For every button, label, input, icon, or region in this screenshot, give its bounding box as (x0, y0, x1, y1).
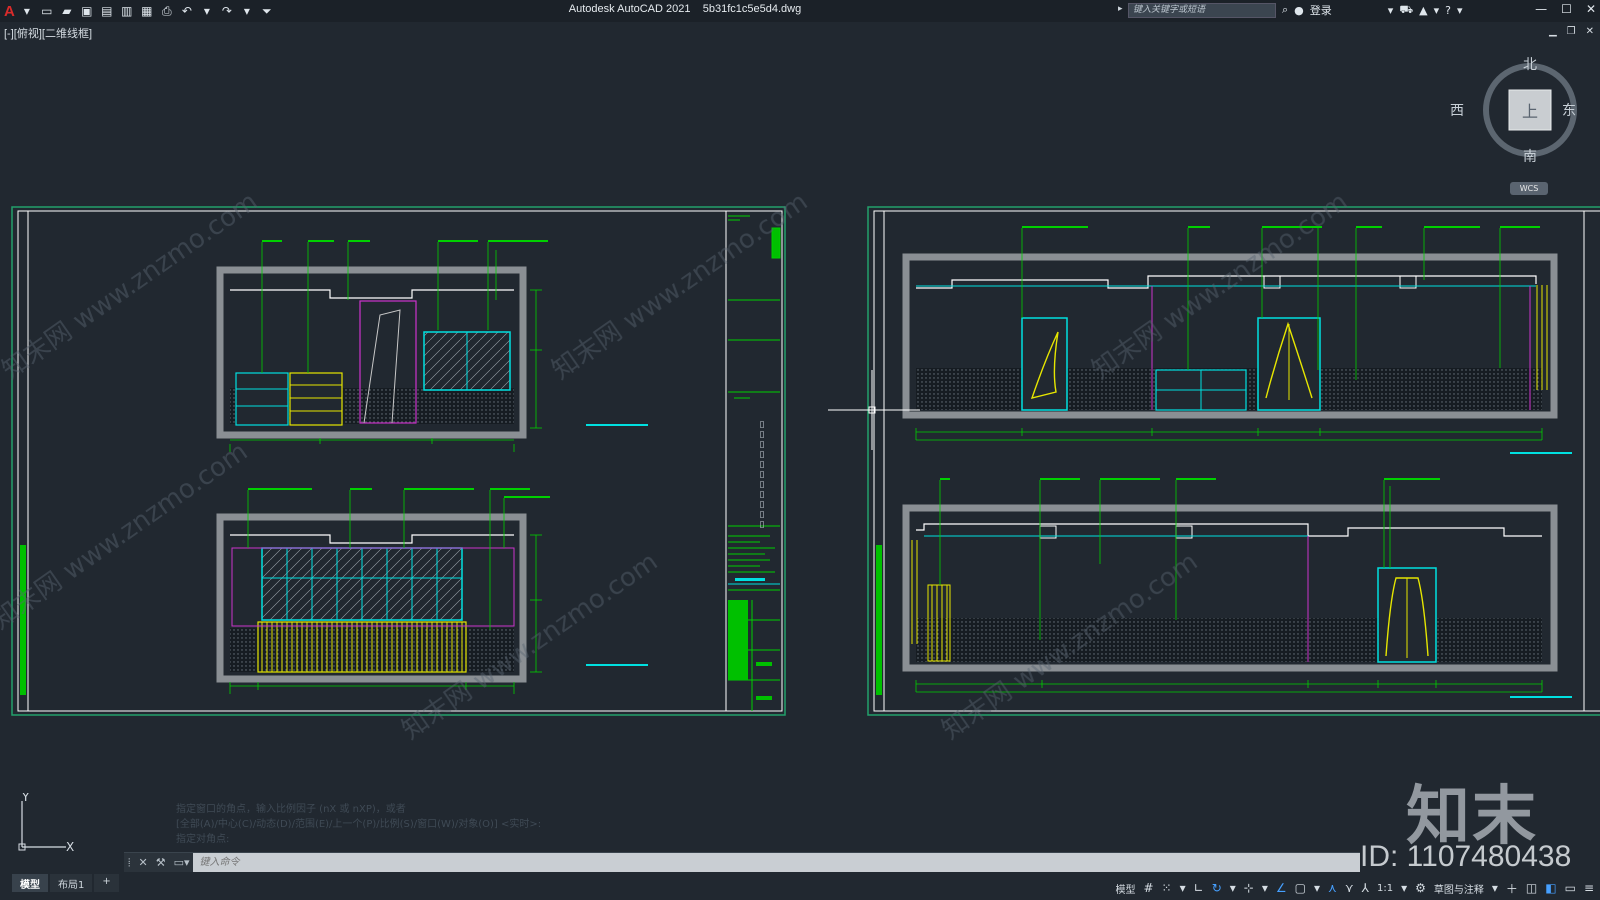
command-customize-icon[interactable]: ⚒ (152, 856, 170, 869)
watermark-diagonal: 知末网 www.znzmo.com (0, 187, 263, 386)
watermark-diagonal: 知末网 www.znzmo.com (0, 437, 253, 636)
command-history-line: 指定对角点: (176, 834, 230, 845)
isolate-objects-icon[interactable]: ◧ (1545, 881, 1556, 895)
annotation-scale-icon[interactable]: ⅄ (1362, 881, 1369, 895)
command-input[interactable] (193, 853, 1360, 872)
close-icon[interactable]: ✕ (1586, 2, 1596, 16)
scale-dropdown-icon[interactable]: ▾ (1401, 881, 1407, 895)
model-space-button[interactable]: 模型 (1115, 881, 1135, 896)
minimize-icon[interactable]: — (1535, 2, 1547, 16)
login-button[interactable]: 登录 (1310, 2, 1332, 18)
status-bar: 模型 # ⁙ ▾ ∟ ↻ ▾ ⊹ ▾ ∠ ▢ ▾ ⋏ ⋎ ⅄ 1:1 ▾ ⚙ 草… (1115, 876, 1600, 900)
object-snap-dropdown-icon[interactable]: ▾ (1314, 881, 1320, 895)
user-icon[interactable]: ● (1294, 4, 1304, 17)
search-icon[interactable]: ⌕ (1282, 3, 1288, 17)
cart-icon[interactable]: ⛟ (1399, 3, 1413, 18)
recent-commands-icon[interactable]: ▭▾ (170, 856, 194, 869)
help-icon[interactable]: ? (1445, 4, 1451, 17)
tab-layout1[interactable]: 布局1 (50, 874, 93, 892)
watermark-id: ID: 1107480438 (1360, 840, 1572, 873)
workspace-gear-icon[interactable]: ⚙ (1415, 881, 1426, 895)
drawing-close-icon[interactable]: ✕ (1586, 26, 1594, 37)
isodraft-icon[interactable]: ⊹ (1244, 881, 1254, 895)
drawing-minimize-icon[interactable]: ▁ (1549, 26, 1557, 37)
grid-icon[interactable]: # (1143, 881, 1153, 895)
viewport-controls-label[interactable]: [-][俯视][二维线框] (4, 25, 92, 41)
drawing-window-controls: ▁ ❐ ✕ (1549, 26, 1594, 37)
drawing-canvas[interactable]: ▯▯▯▯▯▯▯▯▯▯▯ 知末网 www.znzmo.com 知末网 www.zn… (0, 40, 1600, 860)
snap-icon[interactable]: ⁙ (1162, 881, 1172, 895)
clean-screen-icon[interactable]: ▭ (1565, 881, 1576, 895)
command-history-line: 指定窗口的角点，输入比例因子 (nX 或 nXP)，或者 (176, 804, 406, 815)
ortho-icon[interactable]: ∟ (1194, 881, 1204, 895)
command-grip-icon[interactable]: ⦙ (124, 856, 134, 870)
units-icon[interactable]: ◫ (1526, 881, 1537, 895)
polar-tracking-icon[interactable]: ↻ (1212, 881, 1222, 895)
auto-scale-icon[interactable]: ⋎ (1345, 881, 1354, 895)
workspace-dropdown-icon[interactable]: ▾ (1492, 881, 1498, 895)
object-snap-icon[interactable]: ▢ (1295, 881, 1306, 895)
annotation-scale-value[interactable]: 1:1 (1377, 883, 1393, 894)
viewcube[interactable]: 北 南 西 东 上 (1450, 57, 1580, 168)
watermark-diagonal: 知末网 www.znzmo.com (547, 187, 813, 386)
ucs-icon: Y X (18, 793, 74, 853)
file-name: 5b31fc1c5e5d4.dwg (702, 3, 802, 15)
viewcube-east[interactable]: 东 (1562, 100, 1576, 120)
command-line: ⦙ ✕ ⚒ ▭▾ (124, 852, 1360, 872)
annotation-monitor-icon[interactable]: ＋ (1506, 880, 1518, 897)
command-history-line: [全部(A)/中心(C)/动态(D)/范围(E)/上一个(P)/比例(S)/窗口… (176, 819, 542, 830)
command-close-icon[interactable]: ✕ (134, 856, 151, 869)
help-search-input[interactable]: 键入关键字或短语 (1128, 3, 1276, 18)
app-dropdown-icon[interactable]: ▾ (1434, 4, 1440, 17)
viewcube-south[interactable]: 南 (1523, 146, 1537, 166)
login-dropdown-icon[interactable]: ▾ (1388, 4, 1394, 17)
workspace-switch[interactable]: 草图与注释 (1434, 881, 1484, 896)
viewcube-west[interactable]: 西 (1450, 100, 1464, 120)
customization-menu-icon[interactable]: ≡ (1584, 881, 1594, 895)
help-dropdown-icon[interactable]: ▾ (1457, 4, 1463, 17)
elevation-d (902, 478, 1572, 698)
layout-tabs: 模型 布局1 + (0, 874, 119, 892)
polar-dropdown-icon[interactable]: ▾ (1230, 881, 1236, 895)
maximize-icon[interactable]: ☐ (1561, 2, 1572, 16)
ucs-x-label: X (66, 840, 74, 853)
annotation-visibility-icon[interactable]: ⋏ (1328, 881, 1337, 895)
tab-model[interactable]: 模型 (12, 874, 48, 892)
snap-dropdown-icon[interactable]: ▾ (1180, 881, 1186, 895)
window-controls: — ☐ ✕ (1535, 2, 1596, 16)
isodraft-dropdown-icon[interactable]: ▾ (1262, 881, 1268, 895)
wcs-menu[interactable]: WCS (1510, 182, 1548, 195)
viewcube-north[interactable]: 北 (1523, 54, 1537, 74)
expand-arrow-icon[interactable]: ▸ (1118, 4, 1123, 14)
app-title: Autodesk AutoCAD 2021 (568, 3, 691, 15)
autodesk-app-icon[interactable]: ▲ (1419, 4, 1427, 17)
svg-text:▯▯▯▯▯▯▯▯▯▯▯: ▯▯▯▯▯▯▯▯▯▯▯ (757, 420, 767, 530)
title-bar: A ▾ ▭ ▰ ▣ ▤ ▥ ▦ ⎙ ↶ ▾ ↷ ▾ ⏷ Autodesk Aut… (0, 0, 1600, 22)
infocenter: ⌕ ● 登录 ▾ ⛟ ▲ ▾ ? ▾ (1282, 2, 1463, 18)
object-snap-tracking-icon[interactable]: ∠ (1276, 881, 1287, 895)
tab-add-layout[interactable]: + (94, 874, 119, 892)
ucs-y-label: Y (21, 793, 30, 804)
drawing-restore-icon[interactable]: ❐ (1567, 26, 1576, 37)
command-history: 指定窗口的角点，输入比例因子 (nX 或 nXP)，或者 [全部(A)/中心(C… (176, 802, 541, 847)
viewcube-top-face[interactable]: 上 (1522, 98, 1538, 122)
